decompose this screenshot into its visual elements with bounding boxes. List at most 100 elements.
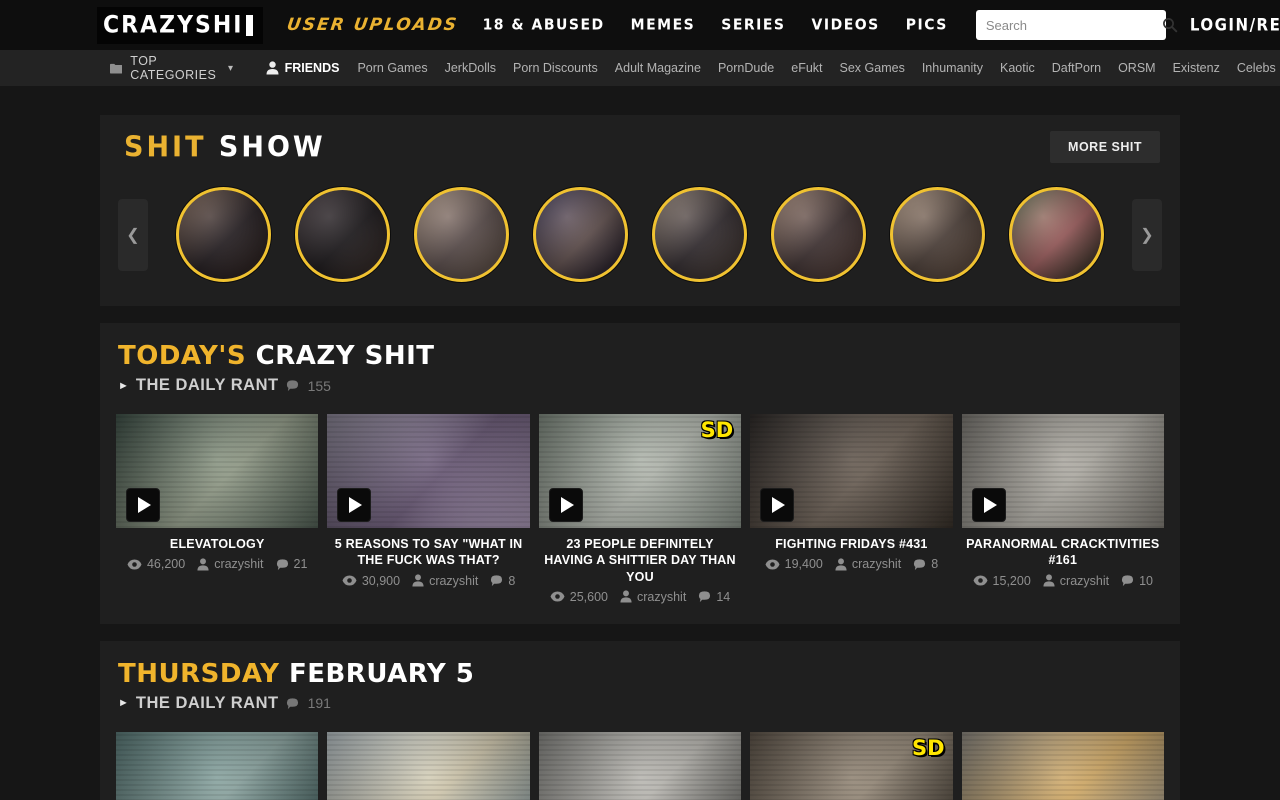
partner-link[interactable]: Celebs [1237,61,1276,75]
video-card[interactable]: SD 23 PEOPLE DEFINITELY HAVING A SHITTIE… [539,414,741,604]
video-thumbnail[interactable] [962,414,1164,528]
play-button[interactable] [337,488,371,522]
friends-link[interactable]: FRIENDS [266,61,340,75]
chevron-right-icon: ❯ [1140,225,1153,245]
video-thumbnail[interactable] [116,414,318,528]
story-thumbnail[interactable] [533,187,628,282]
video-title[interactable]: FIGHTING FRIDAYS #431 [754,536,948,552]
login-register-link[interactable]: LOGIN/REGISTER [1190,15,1280,35]
main-nav-item[interactable]: VIDEOS [812,16,880,34]
partner-link[interactable]: DaftPorn [1052,61,1101,75]
video-thumbnail[interactable]: SD [539,414,741,528]
video-card[interactable]: PARANORMAL CRACKTIVITIES #161 15,200 [962,414,1164,604]
uploader[interactable]: crazyshit [412,574,478,588]
main-nav-item[interactable]: 18 & ABUSED [483,16,605,34]
video-title[interactable]: PARANORMAL CRACKTIVITIES #161 [966,536,1160,569]
story-thumbnail[interactable] [414,187,509,282]
main-nav-item[interactable]: MEMES [631,16,696,34]
daily-rant-link[interactable]: THE DAILY RANT [136,694,279,713]
partner-link[interactable]: Kaotic [1000,61,1035,75]
partner-link[interactable]: Sex Games [840,61,905,75]
user-icon [835,558,847,571]
video-card[interactable] [539,732,741,800]
top-categories-dropdown[interactable]: TOP CATEGORIES ▾ [110,54,234,82]
top-categories-label: TOP CATEGORIES [130,54,220,82]
video-thumbnail[interactable] [962,732,1164,800]
chevron-left-icon: ❮ [126,225,139,245]
play-button[interactable] [549,488,583,522]
carousel-left-arrow[interactable]: ❮ [118,199,148,271]
video-card[interactable] [116,732,318,800]
partner-link[interactable]: Adult Magazine [615,61,701,75]
site-logo-block [246,15,253,36]
video-thumbnail[interactable] [539,732,741,800]
story-thumbnail[interactable] [176,187,271,282]
search-input[interactable] [986,18,1162,33]
main-nav-item[interactable]: PICS [906,16,948,34]
play-icon [984,497,997,513]
uploader[interactable]: crazyshit [620,590,686,604]
video-title[interactable]: ELEVATOLOGY [120,536,314,552]
story-thumbnail[interactable] [295,187,390,282]
carousel-right-arrow[interactable]: ❯ [1132,199,1162,271]
thursday-february-5-section: THURSDAY FEBRUARY 5 ► THE DAILY RANT 191 [100,641,1180,800]
play-arrow-icon: ► [118,380,129,392]
comment-count: 10 [1121,574,1153,588]
section-heading-accent: THURSDAY [118,659,279,689]
comment-bubble-icon [276,558,289,571]
play-button[interactable] [126,488,160,522]
shit-show-panel: SHIT SHOW MORE SHIT ❮ [100,115,1180,306]
story-thumbnail[interactable] [1009,187,1104,282]
daily-rant-link[interactable]: THE DAILY RANT [136,376,279,395]
view-count: 30,900 [342,574,400,588]
shit-show-title-accent: SHIT [124,131,207,164]
user-icon [197,558,209,571]
video-title[interactable]: 23 PEOPLE DEFINITELY HAVING A SHITTIER D… [543,536,737,585]
story-thumbnail[interactable] [890,187,985,282]
story-thumbnail[interactable] [652,187,747,282]
play-button[interactable] [760,488,794,522]
partner-link[interactable]: ORSM [1118,61,1156,75]
video-card[interactable]: SD [750,732,952,800]
story-thumbnail[interactable] [771,187,866,282]
video-card[interactable]: FIGHTING FRIDAYS #431 19,400 [750,414,952,604]
user-icon [620,590,632,603]
site-logo[interactable]: CRAZYSHI [97,7,263,44]
play-button[interactable] [972,488,1006,522]
view-count: 19,400 [765,557,823,571]
shit-show-title-rest: SHOW [219,131,326,164]
partner-link[interactable]: Porn Discounts [513,61,598,75]
eye-icon [342,575,357,586]
uploader[interactable]: crazyshit [1043,574,1109,588]
main-nav-item[interactable]: SERIES [721,16,785,34]
partner-link[interactable]: PornDude [718,61,774,75]
comment-bubble-icon [698,590,711,603]
video-thumbnail[interactable] [327,414,529,528]
more-shit-button[interactable]: MORE SHIT [1050,131,1160,163]
user-icon [266,61,279,75]
video-stats: 25,600 crazyshit [543,590,737,604]
video-card[interactable] [962,732,1164,800]
comment-bubble-icon [1121,574,1134,587]
partner-link[interactable]: Porn Games [357,61,427,75]
comment-bubble-icon [913,558,926,571]
uploader[interactable]: crazyshit [835,557,901,571]
partner-link[interactable]: Existenz [1173,61,1220,75]
uploader[interactable]: crazyshit [197,557,263,571]
partner-link[interactable]: Inhumanity [922,61,983,75]
video-title[interactable]: 5 REASONS TO SAY "WHAT IN THE FUCK WAS T… [331,536,525,569]
video-thumbnail[interactable]: SD [750,732,952,800]
partner-link[interactable]: eFukt [791,61,822,75]
play-icon [349,497,362,513]
comment-bubble-icon [286,379,299,392]
site-tagline: USER UPLOADS [286,15,460,35]
video-card[interactable]: ELEVATOLOGY 46,200 [116,414,318,604]
search-icon[interactable] [1162,17,1178,33]
video-thumbnail[interactable] [750,414,952,528]
video-card[interactable]: 5 REASONS TO SAY "WHAT IN THE FUCK WAS T… [327,414,529,604]
partner-link[interactable]: JerkDolls [445,61,496,75]
view-count: 46,200 [127,557,185,571]
video-thumbnail[interactable] [116,732,318,800]
video-thumbnail[interactable] [327,732,529,800]
video-card[interactable] [327,732,529,800]
